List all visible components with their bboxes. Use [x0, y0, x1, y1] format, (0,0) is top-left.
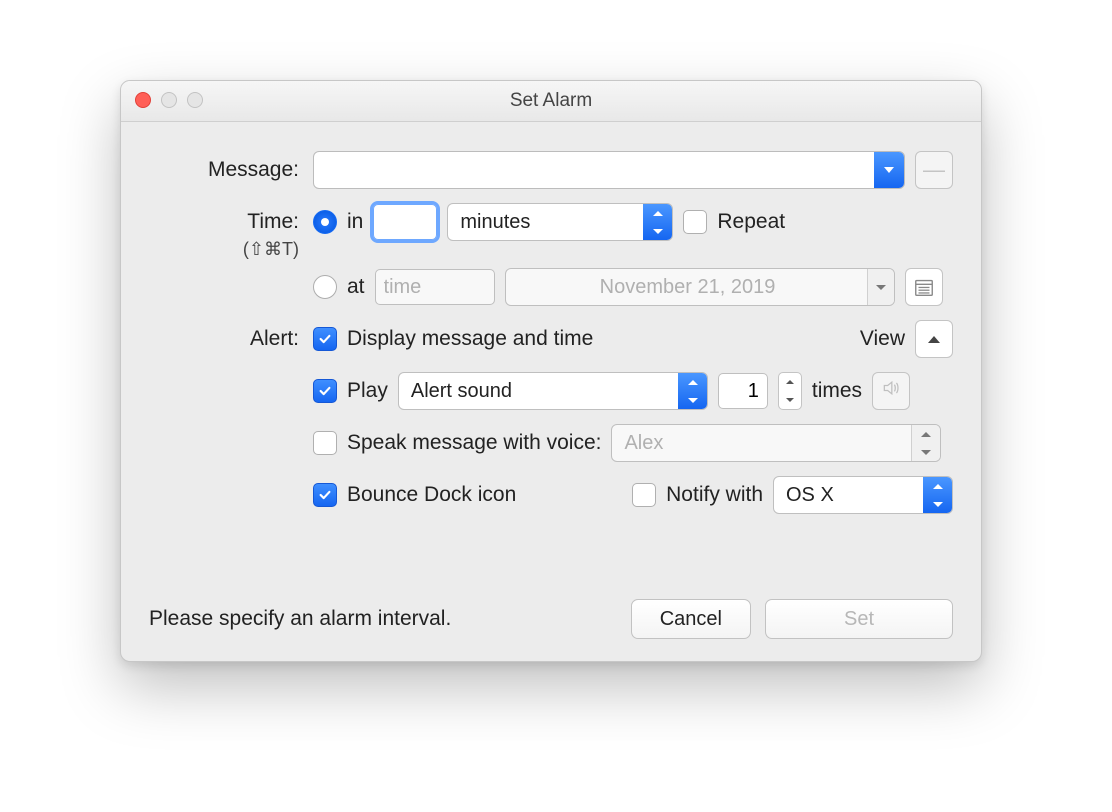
chevron-down-icon [644, 222, 672, 240]
notify-checkbox[interactable] [632, 483, 656, 507]
repeat-label: Repeat [717, 210, 785, 234]
chevron-up-icon [912, 425, 940, 443]
chevron-up-icon [679, 373, 707, 391]
set-alarm-window: Set Alarm Message: — Time: [120, 80, 982, 662]
at-date-arrow[interactable] [867, 269, 894, 305]
chevron-down-icon [912, 443, 940, 461]
repeat-checkbox[interactable] [683, 210, 707, 234]
chevron-down-icon [868, 269, 894, 305]
calendar-icon [913, 276, 935, 298]
in-label: in [347, 210, 363, 234]
voice-popup[interactable]: Alex [611, 424, 941, 462]
remove-message-button[interactable]: — [915, 151, 953, 189]
stepper-up-icon [779, 373, 801, 391]
chevron-up-icon [928, 336, 940, 343]
window-title: Set Alarm [510, 90, 592, 111]
play-sound-stepper[interactable] [678, 373, 707, 409]
dialog-content: Message: — Time: in [121, 121, 981, 661]
display-message-label: Display message and time [347, 327, 593, 351]
play-sound-value: Alert sound [411, 380, 512, 403]
notify-service-value: OS X [786, 484, 834, 507]
speaker-icon [881, 378, 901, 404]
play-count-stepper[interactable] [778, 372, 802, 410]
bounce-dock-checkbox[interactable] [313, 483, 337, 507]
speak-label: Speak message with voice: [347, 431, 601, 455]
chevron-down-icon [884, 167, 894, 173]
message-input[interactable] [314, 152, 874, 188]
view-toggle-button[interactable] [915, 320, 953, 358]
interval-number-input[interactable] [373, 204, 437, 240]
voice-value: Alex [624, 432, 663, 455]
at-label: at [347, 275, 365, 299]
titlebar: Set Alarm [121, 81, 981, 122]
chevron-up-icon [644, 204, 672, 222]
set-button[interactable]: Set [765, 599, 953, 639]
display-message-checkbox[interactable] [313, 327, 337, 351]
window-controls [135, 92, 203, 108]
time-at-radio[interactable] [313, 275, 337, 299]
view-label: View [860, 327, 905, 351]
time-in-radio[interactable] [313, 210, 337, 234]
time-label: Time: [149, 210, 313, 234]
play-count-input[interactable] [718, 373, 768, 409]
chevron-up-icon [924, 477, 952, 495]
close-window-button[interactable] [135, 92, 151, 108]
alert-label: Alert: [149, 327, 313, 351]
status-text: Please specify an alarm interval. [149, 607, 451, 631]
at-date-value: November 21, 2019 [518, 276, 858, 299]
interval-unit-popup[interactable]: minutes [447, 203, 673, 241]
time-shortcut: (⇧⌘T) [149, 239, 313, 260]
speak-checkbox[interactable] [313, 431, 337, 455]
preview-sound-button[interactable] [872, 372, 910, 410]
chevron-down-icon [924, 495, 952, 513]
zoom-window-button[interactable] [187, 92, 203, 108]
calendar-button[interactable] [905, 268, 943, 306]
notify-service-popup[interactable]: OS X [773, 476, 953, 514]
chevron-down-icon [679, 391, 707, 409]
bounce-dock-label: Bounce Dock icon [347, 483, 516, 507]
at-date-popup[interactable]: November 21, 2019 [505, 268, 895, 306]
cancel-button[interactable]: Cancel [631, 599, 751, 639]
message-combo[interactable] [313, 151, 905, 189]
notify-with-label: Notify with [666, 483, 763, 507]
play-sound-popup[interactable]: Alert sound [398, 372, 708, 410]
minimize-window-button[interactable] [161, 92, 177, 108]
message-label: Message: [149, 158, 313, 182]
notify-service-stepper[interactable] [923, 477, 952, 513]
times-label: times [812, 379, 862, 403]
interval-unit-stepper[interactable] [643, 204, 672, 240]
play-checkbox[interactable] [313, 379, 337, 403]
message-dropdown-toggle[interactable] [874, 152, 904, 188]
play-label: Play [347, 379, 388, 403]
minus-icon: — [923, 157, 945, 183]
stepper-down-icon [779, 391, 801, 409]
interval-unit-value: minutes [460, 211, 530, 234]
at-time-input[interactable] [375, 269, 495, 305]
voice-stepper[interactable] [911, 425, 940, 461]
dialog-footer: Please specify an alarm interval. Cancel… [149, 599, 953, 639]
